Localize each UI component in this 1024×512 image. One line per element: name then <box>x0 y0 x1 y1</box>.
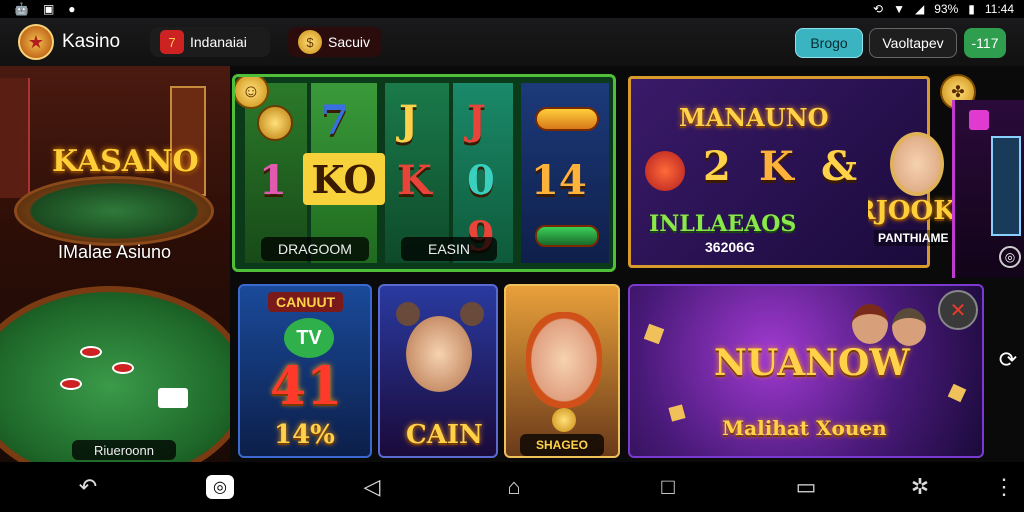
back-icon[interactable]: ↶ <box>74 474 102 499</box>
brogo-button[interactable]: Brogo <box>795 28 863 58</box>
gamepad-icon[interactable]: ✲ <box>906 474 934 499</box>
character-face <box>526 312 602 408</box>
slot-icon: 7 <box>160 30 184 54</box>
jackpot-banner[interactable]: NUANOW Malihat Xouen <box>628 284 984 458</box>
chip-stack-icon <box>80 346 102 358</box>
dice-icon <box>668 404 686 422</box>
promo-symbol: & <box>821 143 858 190</box>
coin-icon: $ <box>298 30 322 54</box>
signal-icon: ◢ <box>914 2 925 16</box>
game-card[interactable]: CAIN <box>378 284 498 458</box>
reel-symbol: KO <box>303 153 385 205</box>
app-title: Kasino <box>62 31 121 52</box>
character-face <box>852 304 888 344</box>
machine-light <box>969 110 989 130</box>
app-bar: ★ Kasino 7 Indanaiai $ Sacuiv Brogo Vaol… <box>0 18 1024 66</box>
banner-subtitle: Malihat Xouen <box>722 416 887 440</box>
character-face <box>406 316 472 392</box>
wifi-icon: ▼ <box>893 2 905 16</box>
status-bar: 🤖 ▣ ● ⟲ ▼ ◢ 93% ▮ 11:44 <box>0 0 1024 18</box>
card-icon <box>158 388 188 408</box>
promo-brand-sub: PANTHIAME <box>874 230 953 246</box>
navigation-bar: ↶ ◎ ◁ ⌂ □ ▭ ✲ ⋮ <box>0 462 1024 512</box>
promo-code: 36206G <box>705 239 755 255</box>
promo-title: MANAUNO <box>679 103 829 132</box>
reel-symbol: 1 <box>259 157 287 204</box>
balance-button[interactable]: -117 <box>964 28 1006 58</box>
settings-icon[interactable]: ◎ <box>999 246 1021 268</box>
coin-symbol-icon <box>257 105 293 141</box>
reel-symbol: 14 <box>531 157 587 204</box>
card-bottom-label: 14% <box>274 420 335 450</box>
slot-reels-panel[interactable]: ☺ 7 J J 1 KO K 0 14 9 DRAGOOM EASIN <box>232 74 616 272</box>
tab-label: Indanaiai <box>190 34 247 50</box>
machine-screen <box>991 136 1021 236</box>
tab-sacuiv[interactable]: $ Sacuiv <box>288 27 382 57</box>
blackjack-table[interactable] <box>0 286 230 462</box>
recents-icon[interactable]: □ <box>654 474 682 499</box>
character-face <box>892 308 926 346</box>
chip-stack-icon <box>112 362 134 374</box>
slot-machine-right: ◎ <box>952 100 1024 278</box>
card-bottom-label: SHAGEO <box>520 434 604 456</box>
dice-icon <box>643 323 665 345</box>
more-options-icon[interactable]: ⋮ <box>990 474 1018 499</box>
reel-symbol: 7 <box>321 97 349 144</box>
battery-text: 93% <box>934 2 959 16</box>
app-logo-icon[interactable]: ★ <box>18 24 54 60</box>
tv-icon: TV <box>284 318 334 358</box>
card-big-number: 41 <box>270 356 343 417</box>
app-shortcut-icon[interactable]: ◎ <box>206 475 234 499</box>
image-icon: ▣ <box>42 2 55 16</box>
game-card[interactable]: SHAGEO <box>504 284 620 458</box>
slot-machine-backdrop <box>0 78 30 198</box>
reel-symbol: J <box>467 97 486 144</box>
reel-symbol: 0 <box>467 157 495 204</box>
reel-symbol: K <box>397 157 432 204</box>
banner-symbol-icon <box>535 107 599 131</box>
casino-lobby-panel[interactable]: KASANO IMalae Asiuno Riueroonn <box>0 66 230 462</box>
character-ear <box>396 302 420 326</box>
chip-stack-icon <box>60 378 82 390</box>
record-icon: ● <box>68 2 76 16</box>
character-face <box>890 132 944 196</box>
lobby-caption: IMalae Asiuno <box>58 242 172 262</box>
character-ear <box>460 302 484 326</box>
sync-icon: ⟲ <box>873 2 884 16</box>
card-top-label: CANUUT <box>268 292 344 312</box>
slot-label-easin: EASIN <box>401 237 497 261</box>
rotate-icon[interactable]: ⟳ <box>996 347 1020 372</box>
coin-icon <box>552 408 576 432</box>
dice-icon <box>947 383 967 403</box>
cherry-icon <box>645 151 685 191</box>
banner-symbol-icon <box>535 225 599 247</box>
slot-label-dragoom: DRAGOOM <box>261 237 369 261</box>
game-card[interactable]: CANUUT TV 41 14% <box>238 284 372 458</box>
promo-symbol: K <box>759 143 794 190</box>
home-icon[interactable]: ⌂ <box>500 474 528 499</box>
back-triangle-icon[interactable]: ◁ <box>358 474 386 499</box>
window-icon[interactable]: ▭ <box>792 474 820 499</box>
coin-badge-icon[interactable]: ☺ <box>235 77 269 109</box>
promo-symbol: 2 <box>703 143 731 190</box>
kasano-sign: KASANO <box>52 144 199 179</box>
slot-machine-backdrop <box>170 86 206 196</box>
clock: 11:44 <box>984 2 1014 16</box>
promo-brand: RJOOK <box>868 196 956 226</box>
android-icon: 🤖 <box>14 2 29 16</box>
table-label: Riueroonn <box>72 440 176 460</box>
promo-subtitle: INLLAEAOS <box>649 211 797 237</box>
roulette-table <box>14 176 214 246</box>
reel-symbol: J <box>399 97 418 144</box>
vaoltapev-button[interactable]: Vaoltapev <box>869 28 957 58</box>
tab-label: Sacuiv <box>328 34 371 50</box>
battery-icon: ▮ <box>968 2 975 16</box>
tab-indanaiai[interactable]: 7 Indanaiai <box>150 27 270 57</box>
close-icon[interactable]: ✕ <box>938 290 978 330</box>
banner-title: NUANOW <box>714 342 910 384</box>
card-bottom-label: CAIN <box>406 420 483 450</box>
